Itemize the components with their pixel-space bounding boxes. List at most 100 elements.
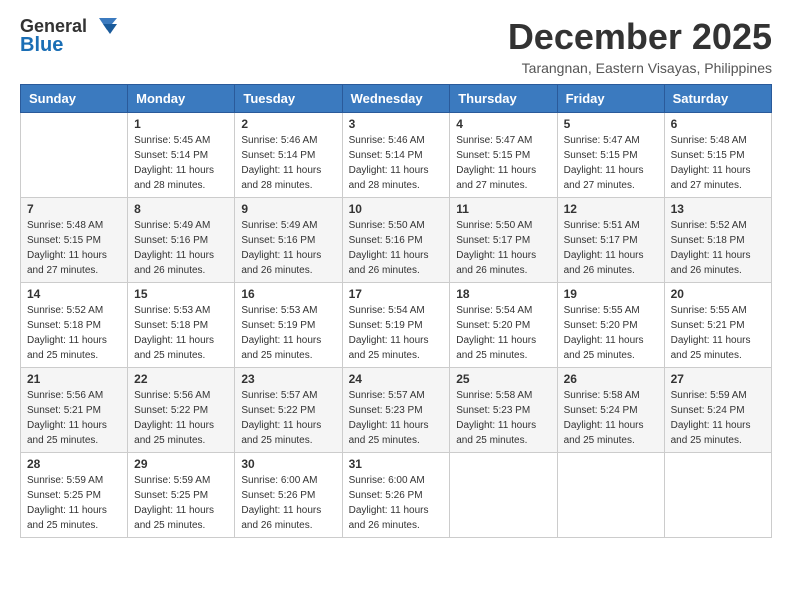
title-area: December 2025 Tarangnan, Eastern Visayas… — [508, 16, 772, 76]
day-number: 25 — [456, 372, 550, 386]
calendar-cell — [450, 453, 557, 538]
location: Tarangnan, Eastern Visayas, Philippines — [508, 60, 772, 76]
day-of-week-header: Tuesday — [235, 85, 342, 113]
day-info: Sunrise: 5:52 AMSunset: 5:18 PMDaylight:… — [27, 303, 121, 363]
calendar-cell: 24 Sunrise: 5:57 AMSunset: 5:23 PMDayligh… — [342, 368, 450, 453]
calendar-cell: 6 Sunrise: 5:48 AMSunset: 5:15 PMDaylight… — [664, 113, 771, 198]
day-number: 30 — [241, 457, 335, 471]
day-info: Sunrise: 5:47 AMSunset: 5:15 PMDaylight:… — [564, 133, 658, 193]
day-of-week-header: Saturday — [664, 85, 771, 113]
logo-icon — [89, 16, 117, 38]
day-info: Sunrise: 5:55 AMSunset: 5:20 PMDaylight:… — [564, 303, 658, 363]
month-year: December 2025 — [508, 16, 772, 58]
day-info: Sunrise: 5:51 AMSunset: 5:17 PMDaylight:… — [564, 218, 658, 278]
calendar-cell: 13 Sunrise: 5:52 AMSunset: 5:18 PMDayligh… — [664, 198, 771, 283]
calendar-cell: 28 Sunrise: 5:59 AMSunset: 5:25 PMDayligh… — [21, 453, 128, 538]
day-number: 24 — [349, 372, 444, 386]
calendar-cell: 10Sunrise: 5:50 AMSunset: 5:16 PMDayligh… — [342, 198, 450, 283]
calendar-cell: 30 Sunrise: 6:00 AMSunset: 5:26 PMDayligh… — [235, 453, 342, 538]
day-number: 1 — [134, 117, 228, 131]
day-info: Sunrise: 5:56 AMSunset: 5:21 PMDaylight:… — [27, 388, 121, 448]
day-number: 2 — [241, 117, 335, 131]
day-number: 23 — [241, 372, 335, 386]
day-number: 17 — [349, 287, 444, 301]
calendar-cell: 25 Sunrise: 5:58 AMSunset: 5:23 PMDayligh… — [450, 368, 557, 453]
day-info: Sunrise: 5:54 AMSunset: 5:20 PMDaylight:… — [456, 303, 550, 363]
calendar-week-row: 28 Sunrise: 5:59 AMSunset: 5:25 PMDayligh… — [21, 453, 772, 538]
day-info: Sunrise: 5:53 AMSunset: 5:18 PMDaylight:… — [134, 303, 228, 363]
day-info: Sunrise: 6:00 AMSunset: 5:26 PMDaylight:… — [241, 473, 335, 533]
calendar-cell: 15 Sunrise: 5:53 AMSunset: 5:18 PMDayligh… — [128, 283, 235, 368]
day-info: Sunrise: 5:48 AMSunset: 5:15 PMDaylight:… — [27, 218, 121, 278]
day-number: 22 — [134, 372, 228, 386]
calendar-body: 1 Sunrise: 5:45 AMSunset: 5:14 PMDaylight… — [21, 113, 772, 538]
calendar-cell: 18 Sunrise: 5:54 AMSunset: 5:20 PMDayligh… — [450, 283, 557, 368]
calendar-cell: 4 Sunrise: 5:47 AMSunset: 5:15 PMDaylight… — [450, 113, 557, 198]
day-number: 14 — [27, 287, 121, 301]
calendar-cell: 11Sunrise: 5:50 AMSunset: 5:17 PMDayligh… — [450, 198, 557, 283]
calendar-cell: 7 Sunrise: 5:48 AMSunset: 5:15 PMDaylight… — [21, 198, 128, 283]
calendar-cell: 1 Sunrise: 5:45 AMSunset: 5:14 PMDaylight… — [128, 113, 235, 198]
day-info: Sunrise: 5:57 AMSunset: 5:22 PMDaylight:… — [241, 388, 335, 448]
calendar-cell: 19 Sunrise: 5:55 AMSunset: 5:20 PMDayligh… — [557, 283, 664, 368]
calendar-cell: 14 Sunrise: 5:52 AMSunset: 5:18 PMDayligh… — [21, 283, 128, 368]
day-info: Sunrise: 5:59 AMSunset: 5:25 PMDaylight:… — [27, 473, 121, 533]
calendar-cell: 27Sunrise: 5:59 AMSunset: 5:24 PMDayligh… — [664, 368, 771, 453]
day-info: Sunrise: 5:52 AMSunset: 5:18 PMDaylight:… — [671, 218, 765, 278]
calendar-cell: 31Sunrise: 6:00 AMSunset: 5:26 PMDayligh… — [342, 453, 450, 538]
day-number: 28 — [27, 457, 121, 471]
calendar-cell: 26Sunrise: 5:58 AMSunset: 5:24 PMDayligh… — [557, 368, 664, 453]
calendar-cell: 12 Sunrise: 5:51 AMSunset: 5:17 PMDayligh… — [557, 198, 664, 283]
day-number: 15 — [134, 287, 228, 301]
day-info: Sunrise: 5:45 AMSunset: 5:14 PMDaylight:… — [134, 133, 228, 193]
calendar-week-row: 7 Sunrise: 5:48 AMSunset: 5:15 PMDaylight… — [21, 198, 772, 283]
day-number: 20 — [671, 287, 765, 301]
calendar-week-row: 21 Sunrise: 5:56 AMSunset: 5:21 PMDayligh… — [21, 368, 772, 453]
day-info: Sunrise: 5:53 AMSunset: 5:19 PMDaylight:… — [241, 303, 335, 363]
day-info: Sunrise: 5:54 AMSunset: 5:19 PMDaylight:… — [349, 303, 444, 363]
calendar-header-row: SundayMondayTuesdayWednesdayThursdayFrid… — [21, 85, 772, 113]
day-info: Sunrise: 5:57 AMSunset: 5:23 PMDaylight:… — [349, 388, 444, 448]
header: General Blue December 2025 Tarangnan, Ea… — [20, 16, 772, 76]
day-number: 9 — [241, 202, 335, 216]
day-info: Sunrise: 5:55 AMSunset: 5:21 PMDaylight:… — [671, 303, 765, 363]
calendar-cell — [557, 453, 664, 538]
day-number: 7 — [27, 202, 121, 216]
day-number: 13 — [671, 202, 765, 216]
day-info: Sunrise: 5:47 AMSunset: 5:15 PMDaylight:… — [456, 133, 550, 193]
day-info: Sunrise: 5:46 AMSunset: 5:14 PMDaylight:… — [241, 133, 335, 193]
day-info: Sunrise: 5:48 AMSunset: 5:15 PMDaylight:… — [671, 133, 765, 193]
calendar-cell: 20 Sunrise: 5:55 AMSunset: 5:21 PMDayligh… — [664, 283, 771, 368]
day-number: 29 — [134, 457, 228, 471]
day-info: Sunrise: 5:59 AMSunset: 5:25 PMDaylight:… — [134, 473, 228, 533]
day-number: 6 — [671, 117, 765, 131]
calendar-cell — [664, 453, 771, 538]
day-info: Sunrise: 5:50 AMSunset: 5:17 PMDaylight:… — [456, 218, 550, 278]
calendar-cell — [21, 113, 128, 198]
day-info: Sunrise: 6:00 AMSunset: 5:26 PMDaylight:… — [349, 473, 444, 533]
day-of-week-header: Wednesday — [342, 85, 450, 113]
day-number: 18 — [456, 287, 550, 301]
calendar-cell: 22 Sunrise: 5:56 AMSunset: 5:22 PMDayligh… — [128, 368, 235, 453]
calendar-week-row: 1 Sunrise: 5:45 AMSunset: 5:14 PMDaylight… — [21, 113, 772, 198]
calendar-cell: 5 Sunrise: 5:47 AMSunset: 5:15 PMDaylight… — [557, 113, 664, 198]
calendar-cell: 23 Sunrise: 5:57 AMSunset: 5:22 PMDayligh… — [235, 368, 342, 453]
calendar-cell: 3Sunrise: 5:46 AMSunset: 5:14 PMDaylight… — [342, 113, 450, 198]
day-info: Sunrise: 5:56 AMSunset: 5:22 PMDaylight:… — [134, 388, 228, 448]
day-info: Sunrise: 5:58 AMSunset: 5:23 PMDaylight:… — [456, 388, 550, 448]
calendar-cell: 2 Sunrise: 5:46 AMSunset: 5:14 PMDaylight… — [235, 113, 342, 198]
logo: General Blue — [20, 16, 117, 56]
day-number: 5 — [564, 117, 658, 131]
day-of-week-header: Thursday — [450, 85, 557, 113]
day-number: 12 — [564, 202, 658, 216]
day-info: Sunrise: 5:58 AMSunset: 5:24 PMDaylight:… — [564, 388, 658, 448]
day-info: Sunrise: 5:49 AMSunset: 5:16 PMDaylight:… — [134, 218, 228, 278]
day-of-week-header: Monday — [128, 85, 235, 113]
calendar-cell: 21 Sunrise: 5:56 AMSunset: 5:21 PMDayligh… — [21, 368, 128, 453]
day-number: 19 — [564, 287, 658, 301]
day-number: 4 — [456, 117, 550, 131]
day-info: Sunrise: 5:59 AMSunset: 5:24 PMDaylight:… — [671, 388, 765, 448]
day-number: 21 — [27, 372, 121, 386]
calendar-cell: 8Sunrise: 5:49 AMSunset: 5:16 PMDaylight… — [128, 198, 235, 283]
day-info: Sunrise: 5:46 AMSunset: 5:14 PMDaylight:… — [349, 133, 444, 193]
